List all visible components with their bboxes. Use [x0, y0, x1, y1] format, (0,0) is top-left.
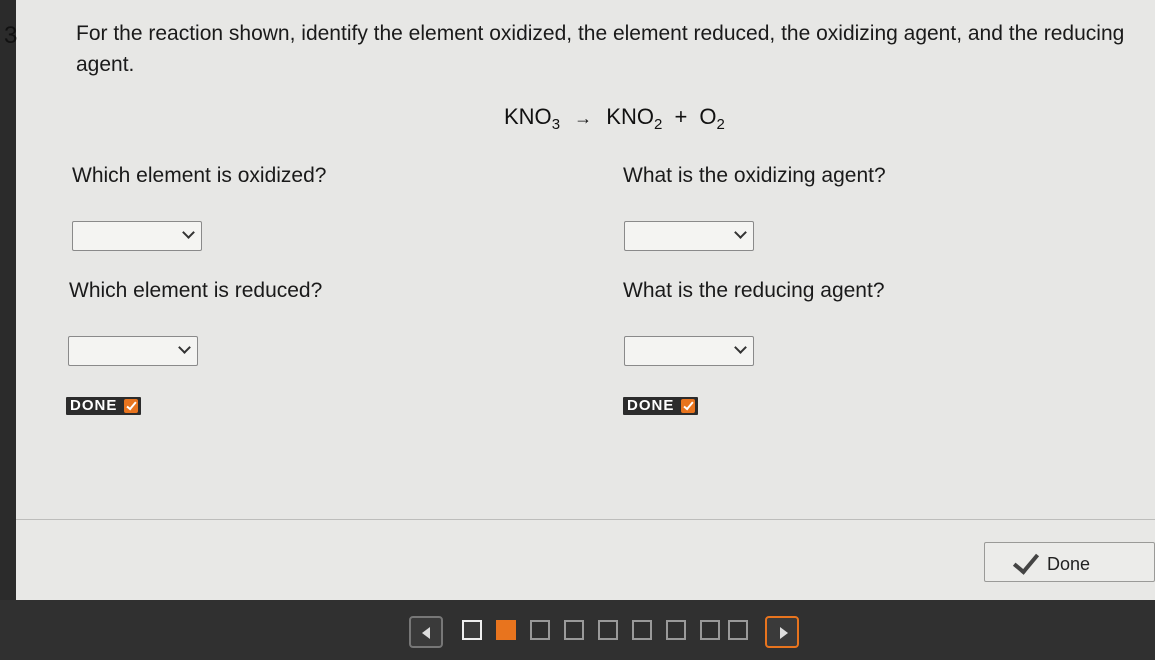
- oxidized-prompt: Which element is oxidized?: [72, 164, 327, 187]
- chevron-down-icon: [178, 341, 191, 354]
- plus-sign: +: [674, 104, 688, 129]
- reduced-prompt: Which element is reduced?: [69, 279, 323, 302]
- reducing-agent-select[interactable]: [624, 336, 754, 366]
- reaction-equation: KNO3 → KNO2 + O2: [504, 104, 725, 133]
- question-panel: 3 For the reaction shown, identify the e…: [4, 0, 1155, 520]
- oxidized-select[interactable]: [72, 221, 202, 251]
- oxidizing-agent-select[interactable]: [624, 221, 754, 251]
- previous-button[interactable]: [409, 616, 443, 648]
- chevron-down-icon: [182, 226, 195, 239]
- checkmark-icon: [1012, 547, 1040, 575]
- reaction-arrow: →: [574, 108, 593, 128]
- check-icon: [124, 399, 139, 413]
- chevron-down-icon: [734, 341, 747, 354]
- done-badge-label: DONE: [627, 397, 675, 414]
- next-button[interactable]: [765, 616, 799, 648]
- question-navigation-bar: [0, 600, 1155, 660]
- question-number: 3: [4, 22, 18, 49]
- page-indicator-4[interactable]: [564, 620, 584, 640]
- check-icon: [681, 399, 696, 413]
- page-indicator-5[interactable]: [598, 620, 618, 640]
- product2-formula: O2: [699, 104, 725, 133]
- reduced-select[interactable]: [68, 336, 198, 366]
- question-instruction: For the reaction shown, identify the ele…: [76, 22, 1125, 76]
- page-indicator-9[interactable]: [728, 620, 748, 640]
- question-screen: 3 For the reaction shown, identify the e…: [4, 0, 1155, 600]
- page-indicator-2[interactable]: [496, 620, 516, 640]
- arrow-left-icon: [422, 627, 430, 639]
- page-indicator-7[interactable]: [666, 620, 686, 640]
- done-badge-right: DONE: [623, 397, 699, 415]
- page-indicator-1[interactable]: [462, 620, 482, 640]
- oxidizing-agent-prompt: What is the oxidizing agent?: [623, 164, 886, 187]
- chevron-down-icon: [734, 226, 747, 239]
- page-indicator-8[interactable]: [700, 620, 720, 640]
- page-indicator-6[interactable]: [632, 620, 652, 640]
- done-badge-label: DONE: [70, 397, 118, 414]
- done-button[interactable]: Done: [984, 542, 1155, 582]
- page-indicator-3[interactable]: [530, 620, 550, 640]
- arrow-right-icon: [780, 627, 788, 639]
- done-badge-left: DONE: [66, 397, 142, 415]
- divider: [16, 519, 1155, 520]
- reducing-agent-prompt: What is the reducing agent?: [623, 279, 885, 302]
- reactant-formula: KNO3: [504, 104, 561, 133]
- done-button-label: Done: [1047, 554, 1091, 574]
- product1-formula: KNO2: [606, 104, 663, 133]
